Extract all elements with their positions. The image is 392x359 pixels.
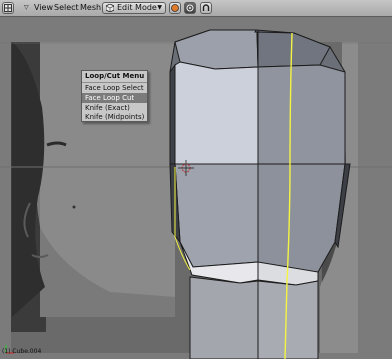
menu-item-knife-midpoints[interactable]: Knife (Midpoints) <box>82 112 147 122</box>
editor-type-icon[interactable] <box>2 2 14 14</box>
object-status-label: (1) Cube.004 <box>2 348 42 355</box>
collapse-menu-triangle-icon[interactable]: ▽ <box>24 0 29 17</box>
pivot-icon <box>186 4 194 12</box>
mode-label: Edit Mode <box>117 3 157 12</box>
menu-item-face-loop-select[interactable]: Face Loop Select <box>82 83 147 93</box>
menu-title: Loop/Cut Menu <box>85 72 145 80</box>
magnet-icon <box>202 4 210 11</box>
loop-cut-popup-menu: Loop/Cut Menu Face Loop Select Face Loop… <box>81 70 148 122</box>
grid-icon <box>4 4 12 12</box>
reference-mole <box>72 205 76 209</box>
edit-mode-icon <box>106 4 114 12</box>
draw-type-button[interactable] <box>169 2 181 14</box>
3d-viewport[interactable]: Loop/Cut Menu Face Loop Select Face Loop… <box>0 17 392 359</box>
mode-dropdown[interactable]: Edit Mode ▼ <box>102 2 166 14</box>
pivot-button[interactable] <box>184 2 196 14</box>
menu-select[interactable]: Select <box>54 0 79 17</box>
dropdown-arrow-icon: ▼ <box>157 4 162 11</box>
manipulator-button[interactable] <box>200 2 212 14</box>
sphere-draw-icon <box>171 4 179 12</box>
menu-mesh[interactable]: Mesh <box>80 0 101 17</box>
menu-item-face-loop-cut[interactable]: Face Loop Cut <box>82 93 147 103</box>
3d-view-header: ▽ View Select Mesh Edit Mode ▼ <box>0 0 392 17</box>
menu-view[interactable]: View <box>34 0 53 17</box>
blender-window: ▽ View Select Mesh Edit Mode ▼ Loop/Cut … <box>0 0 392 359</box>
viewport-canvas <box>0 29 392 359</box>
